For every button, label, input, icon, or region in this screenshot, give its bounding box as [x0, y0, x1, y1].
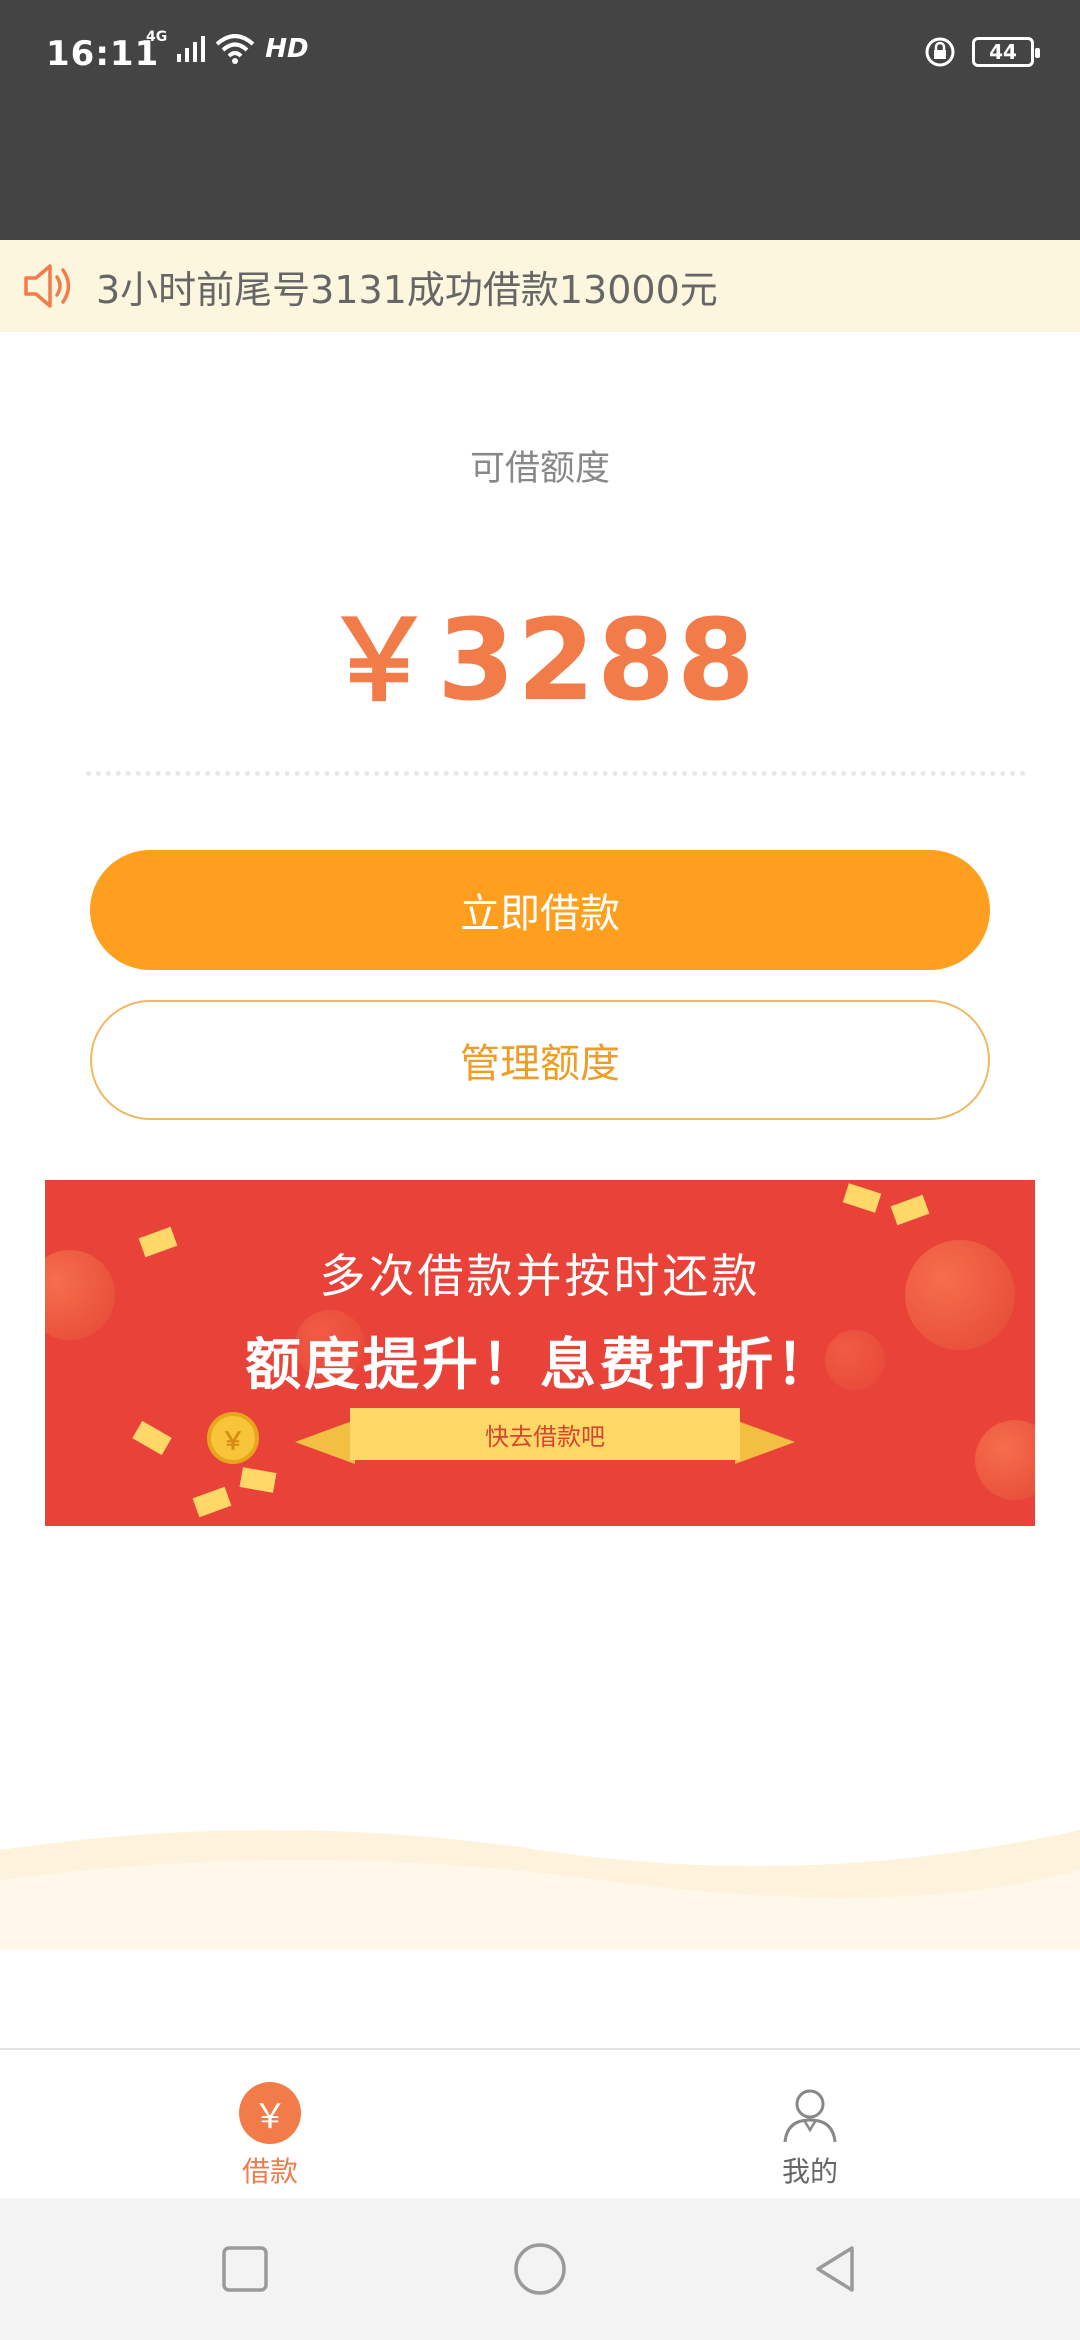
- yen-glyph: ￥: [253, 2096, 287, 2137]
- banner-decor-bill: [842, 1183, 882, 1213]
- tab-mine[interactable]: 我的: [540, 2050, 1080, 2200]
- bottom-tab-bar: ￥ 借款 我的: [0, 2048, 1080, 2198]
- banner-headline: 多次借款并按时还款: [319, 1249, 761, 1303]
- banner-decor-coin: [975, 1420, 1035, 1500]
- yen-icon: ￥: [239, 2082, 301, 2144]
- banner-decor-bill: [239, 1467, 277, 1493]
- home-icon[interactable]: [513, 2242, 567, 2296]
- tab-mine-label: 我的: [781, 2155, 838, 2188]
- user-icon: [783, 2089, 837, 2143]
- banner-ribbon: 快去借款吧: [350, 1408, 740, 1460]
- ticker-text: 3小时前尾号3131成功借款13000元: [96, 267, 718, 312]
- battery-level: 44: [989, 40, 1017, 64]
- manage-limit-button[interactable]: 管理额度: [90, 1000, 990, 1120]
- yen-coin-icon: ￥: [207, 1412, 259, 1464]
- dotted-divider: [86, 771, 1026, 776]
- signal-icon: [177, 36, 206, 62]
- status-time: 16:11: [46, 34, 160, 74]
- ribbon-tail-right: [735, 1420, 795, 1464]
- promo-banner[interactable]: 多次借款并按时还款 额度提升！息费打折！ 快去借款吧 ￥: [45, 1180, 1035, 1526]
- recent-apps-icon[interactable]: [218, 2242, 272, 2296]
- banner-subheadline: 额度提升！息费打折！: [245, 1333, 835, 1398]
- tab-borrow[interactable]: ￥ 借款: [0, 2050, 540, 2200]
- back-icon[interactable]: [808, 2242, 862, 2296]
- coin-glyph: ￥: [221, 1426, 245, 1455]
- wifi-icon: [215, 34, 255, 64]
- battery-icon: 44: [972, 37, 1040, 67]
- decorative-wave: [0, 1830, 1080, 1950]
- speaker-icon: [24, 264, 71, 308]
- borrow-now-button[interactable]: 立即借款: [90, 850, 990, 970]
- hd-badge: HD: [265, 34, 309, 64]
- credit-label: 可借额度: [469, 449, 610, 489]
- rotation-lock-icon: [925, 37, 955, 67]
- banner-decor-bill: [192, 1486, 232, 1518]
- tab-borrow-label: 借款: [241, 2155, 298, 2188]
- status-bar: 16:11 4G HD 44: [0, 0, 1080, 240]
- status-icons-right: 44: [924, 36, 1040, 68]
- ribbon-tail-left: [295, 1420, 355, 1464]
- banner-decor-bill: [890, 1194, 930, 1226]
- announcement-ticker[interactable]: 3小时前尾号3131成功借款13000元: [0, 240, 1080, 332]
- banner-decor-bill: [132, 1420, 172, 1456]
- network-type: 4G: [146, 29, 168, 45]
- status-icons-left: 4G HD: [146, 29, 309, 64]
- ribbon-text: 快去借款吧: [485, 1422, 605, 1451]
- credit-amount: ￥3288: [323, 596, 757, 726]
- system-nav-bar: [0, 2198, 1080, 2340]
